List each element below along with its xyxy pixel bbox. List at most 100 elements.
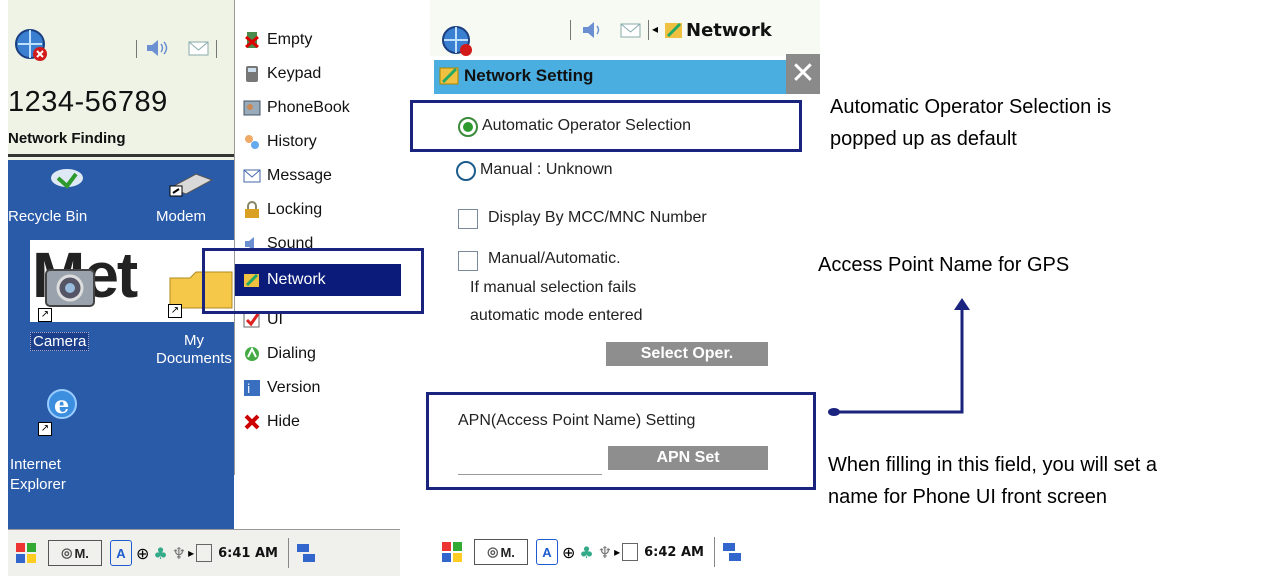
manual-auto-checkbox[interactable] [458, 251, 478, 271]
menu-item-dialing[interactable]: Dialing [243, 340, 398, 368]
menu-item-version[interactable]: i Version [243, 374, 398, 402]
taskbar-app-button[interactable]: ◎ M. [474, 539, 528, 565]
annotation-auto-default-line1: Automatic Operator Selection is [830, 96, 1112, 118]
tray-apps-icon[interactable]: ⊕ [136, 544, 149, 563]
connector-arrow [828, 298, 970, 416]
status-divider [648, 20, 649, 40]
version-icon: i [243, 379, 261, 397]
close-button[interactable]: ✕ [786, 54, 820, 94]
tray-apps-icon[interactable]: ⊕ [562, 543, 575, 562]
menu-item-locking[interactable]: Locking [243, 196, 398, 224]
manual-auto-label[interactable]: Manual/Automatic. [488, 250, 621, 268]
app-glyph-icon: ◎ [61, 545, 73, 560]
display-mcc-label[interactable]: Display By MCC/MNC Number [488, 209, 707, 227]
menu-item-empty[interactable]: Empty [243, 26, 398, 54]
tray-arrow-icon[interactable]: ▸ [188, 546, 194, 560]
shortcut-arrow-icon: ↗ [168, 304, 182, 318]
left-device-screen: 1234-56789 Network Finding Recycle Bin M… [8, 0, 234, 575]
my-documents-label-line1[interactable]: My [184, 332, 204, 349]
menu-item-label: Keypad [267, 65, 322, 82]
camera-label[interactable]: Camera [30, 332, 90, 351]
taskbar-app-label: M. [74, 545, 89, 561]
mail-icon[interactable] [188, 41, 210, 57]
mail-icon[interactable] [620, 23, 642, 39]
back-arrow-icon[interactable]: ◂ [652, 22, 658, 36]
my-documents-label-line2[interactable]: Documents [156, 350, 232, 367]
volume-icon[interactable] [580, 20, 606, 40]
manual-radio[interactable] [456, 161, 476, 181]
network-icon [665, 22, 682, 38]
menu-item-label: Dialing [267, 345, 316, 362]
taskbar-divider [713, 537, 715, 567]
desktop-toggle-icon[interactable] [295, 542, 317, 564]
internet-explorer-label-line1[interactable]: Internet [10, 456, 61, 473]
close-icon: ✕ [790, 56, 816, 91]
dialing-icon [243, 345, 261, 363]
volume-icon[interactable] [144, 38, 170, 58]
tray-arrow-icon[interactable]: ▸ [614, 545, 620, 559]
taskbar-app-button[interactable]: ◎ M. [48, 540, 102, 566]
top-bar-title: Network [686, 20, 772, 41]
message-icon [243, 167, 261, 185]
tray-connect-icon[interactable]: ♣ [579, 543, 593, 562]
tray-keyboard-icon[interactable] [196, 544, 213, 562]
connectivity-globe-icon[interactable] [436, 18, 480, 58]
menu-item-phonebook[interactable]: PhoneBook [243, 94, 398, 122]
app-glyph-icon: ◎ [487, 544, 499, 559]
start-windows-icon[interactable] [440, 539, 466, 565]
start-windows-icon[interactable] [14, 540, 40, 566]
menu-item-label: Message [267, 167, 332, 184]
history-icon [243, 133, 261, 151]
menu-item-message[interactable]: Message [243, 162, 398, 190]
menu-item-label: PhoneBook [267, 99, 350, 116]
menu-item-label: Hide [267, 413, 300, 430]
header-divider [8, 154, 234, 157]
recycle-bin-icon[interactable] [48, 168, 86, 198]
menu-item-hide[interactable]: Hide [243, 408, 398, 436]
tray-keyboard-icon[interactable] [622, 543, 639, 561]
select-operator-button[interactable]: Select Oper. [606, 342, 768, 366]
svg-text:i: i [247, 382, 250, 396]
clock[interactable]: 6:41 AM [218, 546, 278, 561]
right-taskbar: ◎ M. A ⊕ ♣ ♆ ▸ 6:42 AM [434, 529, 824, 575]
internet-explorer-label-line2[interactable]: Explorer [10, 476, 66, 493]
input-method-indicator[interactable]: A [110, 540, 132, 566]
taskbar-divider [287, 538, 289, 568]
menu-item-keypad[interactable]: Keypad [243, 60, 398, 88]
internet-explorer-icon[interactable]: e [42, 384, 82, 424]
manual-label[interactable]: Manual : Unknown [480, 161, 613, 179]
menu-item-label: Locking [267, 201, 323, 218]
keypad-icon [243, 65, 261, 83]
left-taskbar: ◎ M. A ⊕ ♣ ♆ ▸ 6:41 AM [8, 529, 400, 576]
auto-operator-callout-box [410, 100, 802, 152]
tray-power-icon[interactable]: ♆ [598, 543, 612, 562]
tray-connect-icon[interactable]: ♣ [153, 544, 167, 563]
desktop-toggle-icon[interactable] [721, 541, 743, 563]
phone-header: 1234-56789 Network Finding [8, 0, 234, 160]
menu-item-history[interactable]: History [243, 128, 398, 156]
network-status: Network Finding [8, 130, 126, 147]
tray-power-icon[interactable]: ♆ [172, 544, 186, 563]
phonebook-icon [243, 99, 261, 117]
input-method-indicator[interactable]: A [536, 539, 558, 565]
menu-item-label: Empty [267, 31, 313, 48]
empty-icon [243, 31, 261, 49]
hide-icon [243, 413, 261, 431]
status-divider [216, 40, 217, 58]
manual-auto-note-line2: automatic mode entered [470, 307, 643, 324]
recycle-bin-label[interactable]: Recycle Bin [8, 208, 87, 225]
annotation-apn-field-line1: When filling in this field, you will set… [828, 454, 1158, 476]
annotation-apn-field-line2: name for Phone UI front screen [828, 486, 1108, 508]
modem-icon[interactable] [166, 168, 216, 198]
shortcut-arrow-icon: ↗ [38, 422, 52, 436]
clock[interactable]: 6:42 AM [644, 545, 704, 560]
modem-label[interactable]: Modem [156, 208, 206, 225]
camera-icon[interactable] [44, 262, 98, 310]
apn-callout-box [426, 392, 816, 490]
connectivity-globe-icon[interactable] [10, 22, 54, 66]
display-mcc-checkbox[interactable] [458, 209, 478, 229]
start-menu: Empty Keypad PhoneBook History Message L… [234, 0, 401, 475]
network-setting-icon [439, 67, 459, 85]
shortcut-arrow-icon: ↗ [38, 308, 52, 322]
network-callout-box [202, 248, 424, 314]
